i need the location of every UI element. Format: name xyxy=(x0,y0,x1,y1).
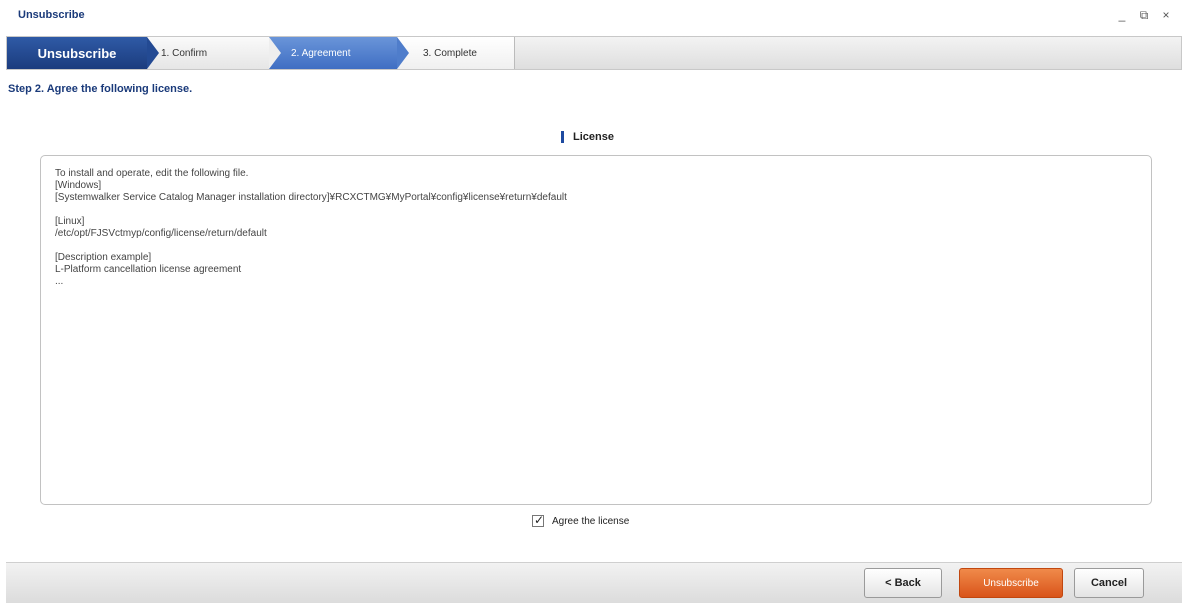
license-line: To install and operate, edit the followi… xyxy=(55,168,249,179)
step-agreement: 2. Agreement xyxy=(269,37,409,69)
license-line xyxy=(55,240,1137,252)
window-title: Unsubscribe xyxy=(18,9,85,21)
step-confirm: 1. Confirm xyxy=(147,37,281,69)
cancel-button[interactable]: Cancel xyxy=(1074,568,1144,598)
footer-toolbar: < Back Unsubscribe Cancel xyxy=(6,562,1182,603)
agree-license-option[interactable]: Agree the license xyxy=(532,513,630,527)
section-title-text: License xyxy=(573,131,614,143)
license-section-title: License xyxy=(561,131,614,143)
step-bar-title: Unsubscribe xyxy=(7,37,159,69)
agree-label: Agree the license xyxy=(552,515,630,527)
window-controls: _ ⧉ × xyxy=(1116,8,1172,23)
agree-checkbox[interactable] xyxy=(532,513,544,527)
step-heading: Step 2. Agree the following license. xyxy=(8,83,193,95)
license-line: [Windows] xyxy=(55,180,102,191)
step-complete: 3. Complete xyxy=(397,37,515,69)
license-line: [Systemwalker Service Catalog Manager in… xyxy=(55,192,567,203)
license-line: L-Platform cancellation license agreemen… xyxy=(55,264,242,275)
title-bar: Unsubscribe _ ⧉ × xyxy=(0,0,1184,30)
restore-icon[interactable]: ⧉ xyxy=(1138,8,1150,23)
section-marker xyxy=(561,131,564,143)
license-text-area[interactable]: To install and operate, edit the followi… xyxy=(40,155,1152,505)
unsubscribe-button[interactable]: Unsubscribe xyxy=(959,568,1063,598)
license-line: /etc/opt/FJSVctmyp/config/license/return… xyxy=(55,228,267,239)
license-line: [Description example] xyxy=(55,252,152,263)
back-button[interactable]: < Back xyxy=(864,568,942,598)
close-icon[interactable]: × xyxy=(1160,8,1172,23)
license-line xyxy=(55,204,1137,216)
step-progress-bar: Unsubscribe 1. Confirm 2. Agreement 3. C… xyxy=(6,36,1182,70)
license-line: ... xyxy=(55,276,64,287)
license-line: [Linux] xyxy=(55,216,85,227)
minimize-icon[interactable]: _ xyxy=(1116,8,1128,23)
